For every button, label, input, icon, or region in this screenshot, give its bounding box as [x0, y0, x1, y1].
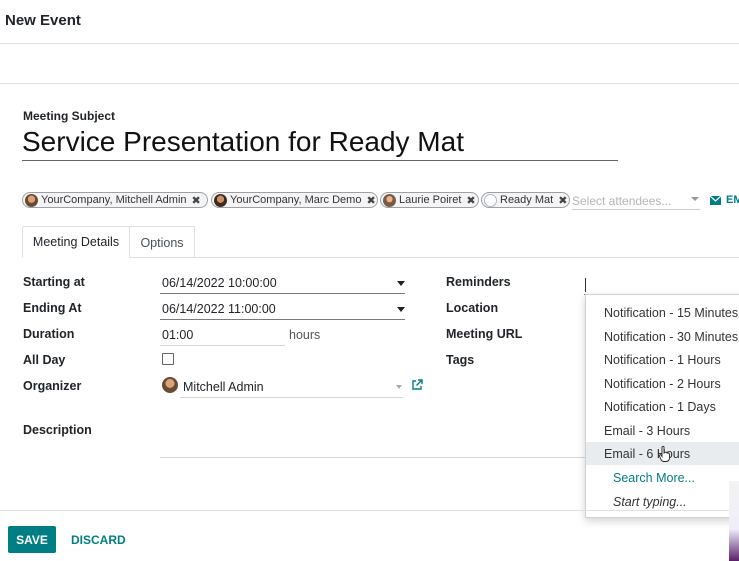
attendee-name: YourCompany, Marc Demo	[230, 194, 362, 206]
location-label: Location	[446, 301, 499, 315]
duration-underline	[160, 345, 285, 346]
dropdown-option[interactable]: Email - 3 Hours	[586, 419, 739, 442]
attendee-name: YourCompany, Mitchell Admin	[41, 194, 187, 206]
reminders-dropdown: Notification - 15 Minutes Notification -…	[585, 294, 739, 518]
all-day-label: All Day	[23, 353, 66, 367]
ending-at-underline	[160, 319, 405, 320]
avatar	[383, 193, 396, 207]
organizer-label: Organizer	[23, 379, 82, 393]
starting-at-underline	[160, 293, 405, 294]
footer-divider	[0, 510, 739, 511]
avatar	[162, 377, 178, 393]
dropdown-option[interactable]: Notification - 1 Hours	[586, 348, 739, 371]
reminders-input[interactable]	[584, 276, 739, 295]
ending-at-input[interactable]: 06/14/2022 11:00:00	[162, 302, 276, 316]
discard-button[interactable]: DISCARD	[63, 526, 134, 553]
email-button-label: EM	[726, 194, 739, 206]
dropdown-option[interactable]: Notification - 15 Minutes	[586, 301, 739, 324]
tab-meeting-details[interactable]: Meeting Details	[22, 226, 130, 258]
hand-pointer-icon	[659, 446, 670, 462]
attendee-tag[interactable]: Ready Mat ✖	[481, 192, 570, 208]
attendees-input[interactable]: Select attendees...	[572, 194, 700, 210]
side-image	[729, 481, 739, 561]
meeting-subject-input[interactable]: Service Presentation for Ready Mat	[22, 126, 464, 158]
description-underline[interactable]	[160, 457, 590, 458]
starting-at-label: Starting at	[23, 275, 85, 289]
close-icon[interactable]: ✖	[192, 194, 201, 207]
starting-at-input[interactable]: 06/14/2022 10:00:00	[162, 276, 277, 290]
caret-down-icon[interactable]	[397, 281, 405, 286]
attendee-name: Laurie Poiret	[399, 194, 462, 206]
meeting-subject-label: Meeting Subject	[23, 109, 116, 123]
dropdown-option[interactable]: Notification - 30 Minutes	[586, 325, 739, 348]
reminders-label: Reminders	[446, 275, 511, 289]
duration-unit: hours	[289, 328, 321, 342]
close-icon[interactable]: ✖	[466, 194, 475, 207]
tab-options[interactable]: Options	[129, 226, 195, 258]
search-more-link[interactable]: Search More...	[586, 466, 739, 489]
page-title: New Event	[5, 12, 81, 29]
header-divider	[0, 43, 739, 44]
organizer-input[interactable]: Mitchell Admin	[183, 380, 264, 394]
caret-down-icon[interactable]	[396, 385, 402, 389]
form-top-divider	[0, 83, 739, 84]
close-icon[interactable]: ✖	[558, 194, 567, 207]
avatar	[484, 193, 497, 207]
meeting-subject-underline	[22, 160, 618, 161]
dropdown-option[interactable]: Notification - 1 Days	[586, 395, 739, 418]
attendee-tag[interactable]: YourCompany, Marc Demo ✖	[211, 192, 378, 208]
avatar	[25, 193, 38, 207]
attendee-tag[interactable]: Laurie Poiret ✖	[380, 192, 479, 208]
avatar	[214, 193, 227, 207]
dropdown-option[interactable]: Notification - 2 Hours	[586, 372, 739, 395]
chevron-down-icon[interactable]	[691, 197, 699, 201]
envelope-icon	[710, 195, 721, 205]
ending-at-label: Ending At	[23, 301, 82, 315]
attendee-tag[interactable]: YourCompany, Mitchell Admin ✖	[22, 192, 208, 208]
description-label: Description	[23, 423, 92, 437]
close-icon[interactable]: ✖	[366, 194, 375, 207]
organizer-underline	[180, 397, 403, 398]
all-day-checkbox[interactable]	[162, 353, 174, 365]
caret-down-icon[interactable]	[397, 307, 405, 312]
duration-input[interactable]: 01:00	[162, 328, 193, 342]
email-attendees-button[interactable]: EM	[710, 194, 739, 206]
duration-label: Duration	[23, 327, 75, 341]
meeting-url-label: Meeting URL	[446, 327, 523, 341]
external-link-icon[interactable]	[411, 379, 423, 391]
attendee-name: Ready Mat	[500, 194, 554, 206]
save-button[interactable]: SAVE	[8, 526, 56, 553]
text-cursor	[585, 278, 586, 292]
tags-label: Tags	[446, 353, 475, 367]
